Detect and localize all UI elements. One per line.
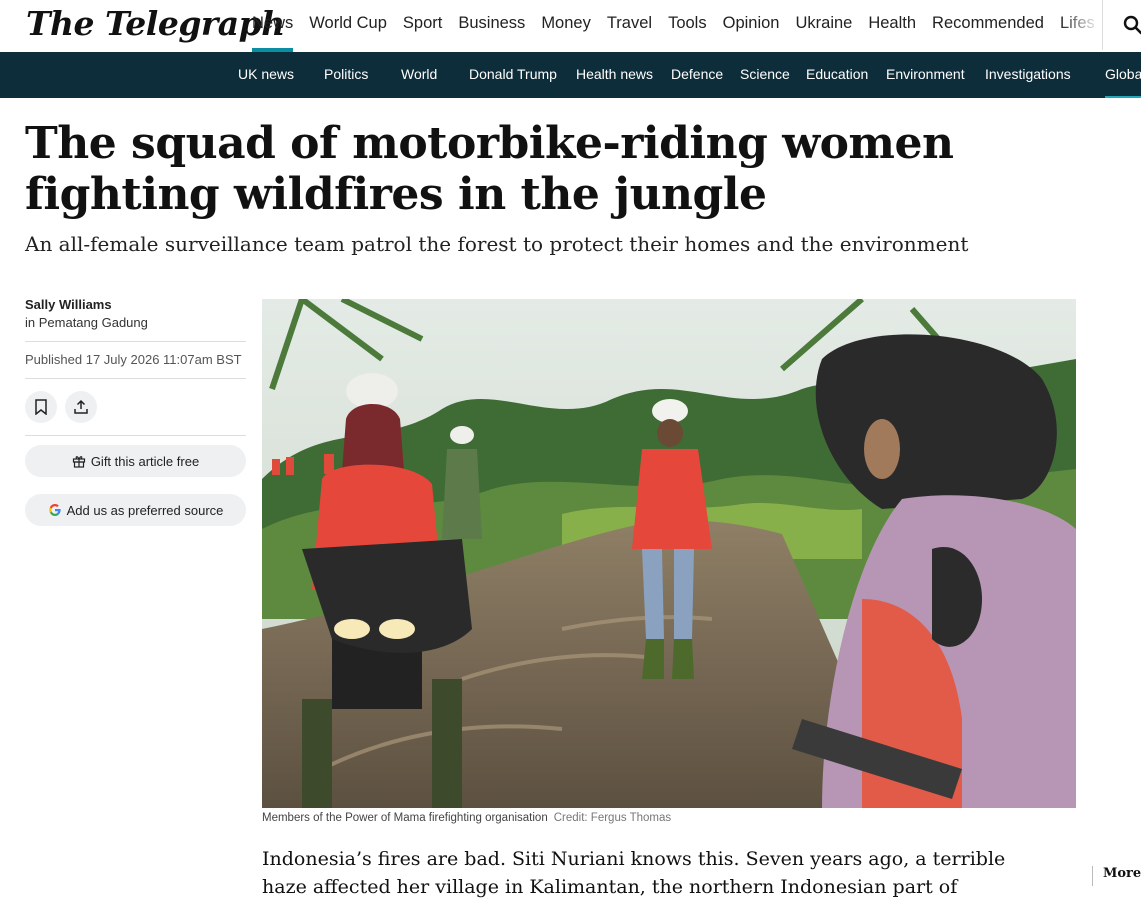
divider (25, 378, 246, 379)
search-icon[interactable] (1122, 14, 1141, 36)
caption-text: Members of the Power of Mama firefightin… (262, 812, 548, 824)
google-icon (48, 503, 62, 517)
author-location: in Pematang Gadung (25, 314, 246, 332)
divider (25, 435, 246, 436)
nav-sport[interactable]: Sport (395, 0, 450, 52)
gift-article-button[interactable]: Gift this article free (25, 445, 246, 477)
section-subnav: UK news Politics World Donald Trump Heal… (0, 52, 1141, 98)
nav-travel[interactable]: Travel (599, 0, 660, 52)
subnav-education[interactable]: Education (806, 66, 868, 82)
main-nav: News World Cup Sport Business Money Trav… (244, 0, 1094, 52)
divider (25, 341, 246, 342)
author-name[interactable]: Sally Williams (25, 296, 246, 314)
nav-news[interactable]: News (244, 0, 301, 52)
subnav-global[interactable]: Globa (1105, 66, 1141, 82)
subnav-science[interactable]: Science (740, 66, 790, 82)
more-stories-link[interactable]: More (1092, 866, 1141, 886)
nav-tools[interactable]: Tools (660, 0, 715, 52)
subnav-uk-news[interactable]: UK news (238, 66, 294, 82)
share-icon (73, 399, 89, 415)
image-credit: Credit: Fergus Thomas (554, 812, 671, 824)
bookmark-button[interactable] (25, 391, 57, 423)
article-hero-image[interactable] (262, 299, 1076, 808)
article-headline: The squad of motorbike-riding women figh… (25, 118, 1085, 220)
subnav-donald-trump[interactable]: Donald Trump (469, 66, 557, 82)
bookmark-icon (34, 399, 48, 415)
gift-label: Gift this article free (91, 454, 199, 469)
nav-money[interactable]: Money (533, 0, 599, 52)
nav-ukraine[interactable]: Ukraine (787, 0, 860, 52)
nav-divider (1102, 0, 1103, 50)
article-body-paragraph: Indonesia’s fires are bad. Siti Nuriani … (262, 845, 1022, 901)
preferred-source-label: Add us as preferred source (67, 503, 224, 518)
gift-icon (72, 454, 86, 468)
masthead: The Telegraph News World Cup Sport Busin… (0, 0, 1141, 53)
published-date: Published 17 July 2026 11:07am BST (25, 351, 246, 369)
subnav-health-news[interactable]: Health news (576, 66, 653, 82)
nav-recommended[interactable]: Recommended (924, 0, 1052, 52)
subnav-politics[interactable]: Politics (324, 66, 368, 82)
preferred-source-button[interactable]: Add us as preferred source (25, 494, 246, 526)
article-standfirst: An all-female surveillance team patrol t… (25, 230, 1085, 258)
nav-fade (1060, 0, 1100, 50)
nav-opinion[interactable]: Opinion (715, 0, 788, 52)
nav-business[interactable]: Business (450, 0, 533, 52)
subnav-investigations[interactable]: Investigations (985, 66, 1071, 82)
subnav-world[interactable]: World (401, 66, 437, 82)
image-caption: Members of the Power of Mama firefightin… (262, 812, 671, 824)
article-actions (25, 388, 246, 426)
share-button[interactable] (65, 391, 97, 423)
nav-health[interactable]: Health (860, 0, 924, 52)
subnav-environment[interactable]: Environment (886, 66, 965, 82)
nav-world-cup[interactable]: World Cup (301, 0, 395, 52)
byline-column: Sally Williams in Pematang Gadung Publis… (25, 296, 246, 526)
subnav-defence[interactable]: Defence (671, 66, 723, 82)
